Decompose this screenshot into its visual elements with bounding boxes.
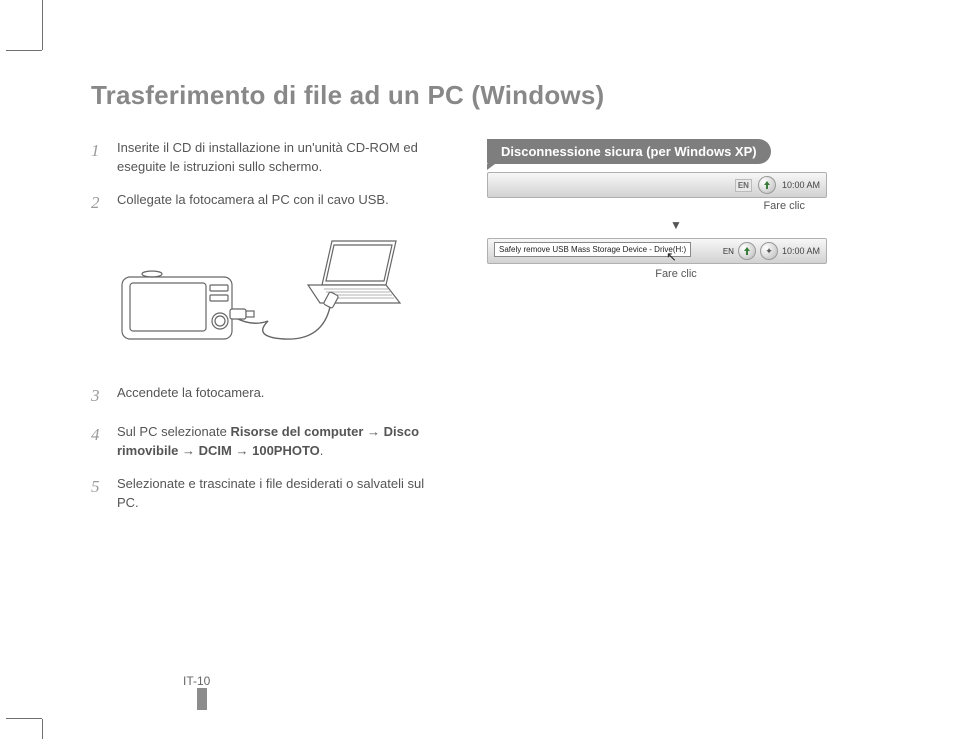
b: DCIM (199, 443, 232, 458)
step-2: 2 Collegate la fotocamera al PC con il c… (91, 191, 443, 216)
b: 100PHOTO (252, 443, 320, 458)
step-number: 1 (91, 139, 105, 177)
crop-mark (6, 50, 42, 51)
taskbar-2: Safely remove USB Mass Storage Device - … (487, 238, 827, 264)
step-4: 4 Sul PC selezionate Risorse del compute… (91, 423, 443, 461)
safely-remove-icon (738, 242, 756, 260)
crop-mark (42, 0, 43, 50)
page-tab (197, 688, 207, 710)
taskbar-1: EN 10:00 AM (487, 172, 827, 198)
left-column: 1 Inserite il CD di installazione in un'… (91, 139, 443, 526)
step-text: Sul PC selezionate Risorse del computer … (117, 423, 443, 461)
clock: 10:00 AM (782, 180, 820, 190)
step-3: 3 Accendete la fotocamera. (91, 384, 443, 409)
click-label: Fare clic (487, 268, 865, 280)
safely-remove-tooltip: Safely remove USB Mass Storage Device - … (494, 242, 691, 257)
step-number: 3 (91, 384, 105, 409)
step-number: 2 (91, 191, 105, 216)
safely-remove-icon (758, 176, 776, 194)
page: Trasferimento di file ad un PC (Windows)… (43, 50, 913, 718)
section-heading: Disconnessione sicura (per Windows XP) (487, 139, 771, 164)
click-label: Fare clic (487, 200, 865, 212)
language-indicator: EN (723, 247, 734, 256)
crop-mark (6, 718, 42, 719)
step-text: Selezionate e trascinate i file desidera… (117, 475, 443, 513)
a: → (178, 443, 198, 458)
cursor-icon: ↖ (666, 249, 677, 265)
a: → (363, 424, 383, 439)
page-number: IT-10 (183, 674, 210, 688)
step-5: 5 Selezionate e trascinate i file deside… (91, 475, 443, 513)
clock: 10:00 AM (782, 246, 820, 256)
step-1: 1 Inserite il CD di installazione in un'… (91, 139, 443, 177)
b: Risorse del computer (230, 424, 363, 439)
tray-icon: ✦ (760, 242, 778, 260)
camera-laptop-illustration (91, 229, 443, 364)
crop-mark (42, 719, 43, 739)
page-title: Trasferimento di file ad un PC (Windows) (91, 80, 865, 111)
step-number: 4 (91, 423, 105, 461)
t: Sul PC selezionate (117, 424, 230, 439)
step-text: Inserite il CD di installazione in un'un… (117, 139, 443, 177)
language-indicator: EN (735, 179, 752, 192)
a: → (232, 443, 252, 458)
arrow-down-icon: ▼ (487, 218, 865, 232)
right-column: Disconnessione sicura (per Windows XP) E… (487, 139, 865, 526)
t: . (320, 443, 324, 458)
step-number: 5 (91, 475, 105, 513)
step-text: Collegate la fotocamera al PC con il cav… (117, 191, 443, 216)
step-text: Accendete la fotocamera. (117, 384, 443, 409)
